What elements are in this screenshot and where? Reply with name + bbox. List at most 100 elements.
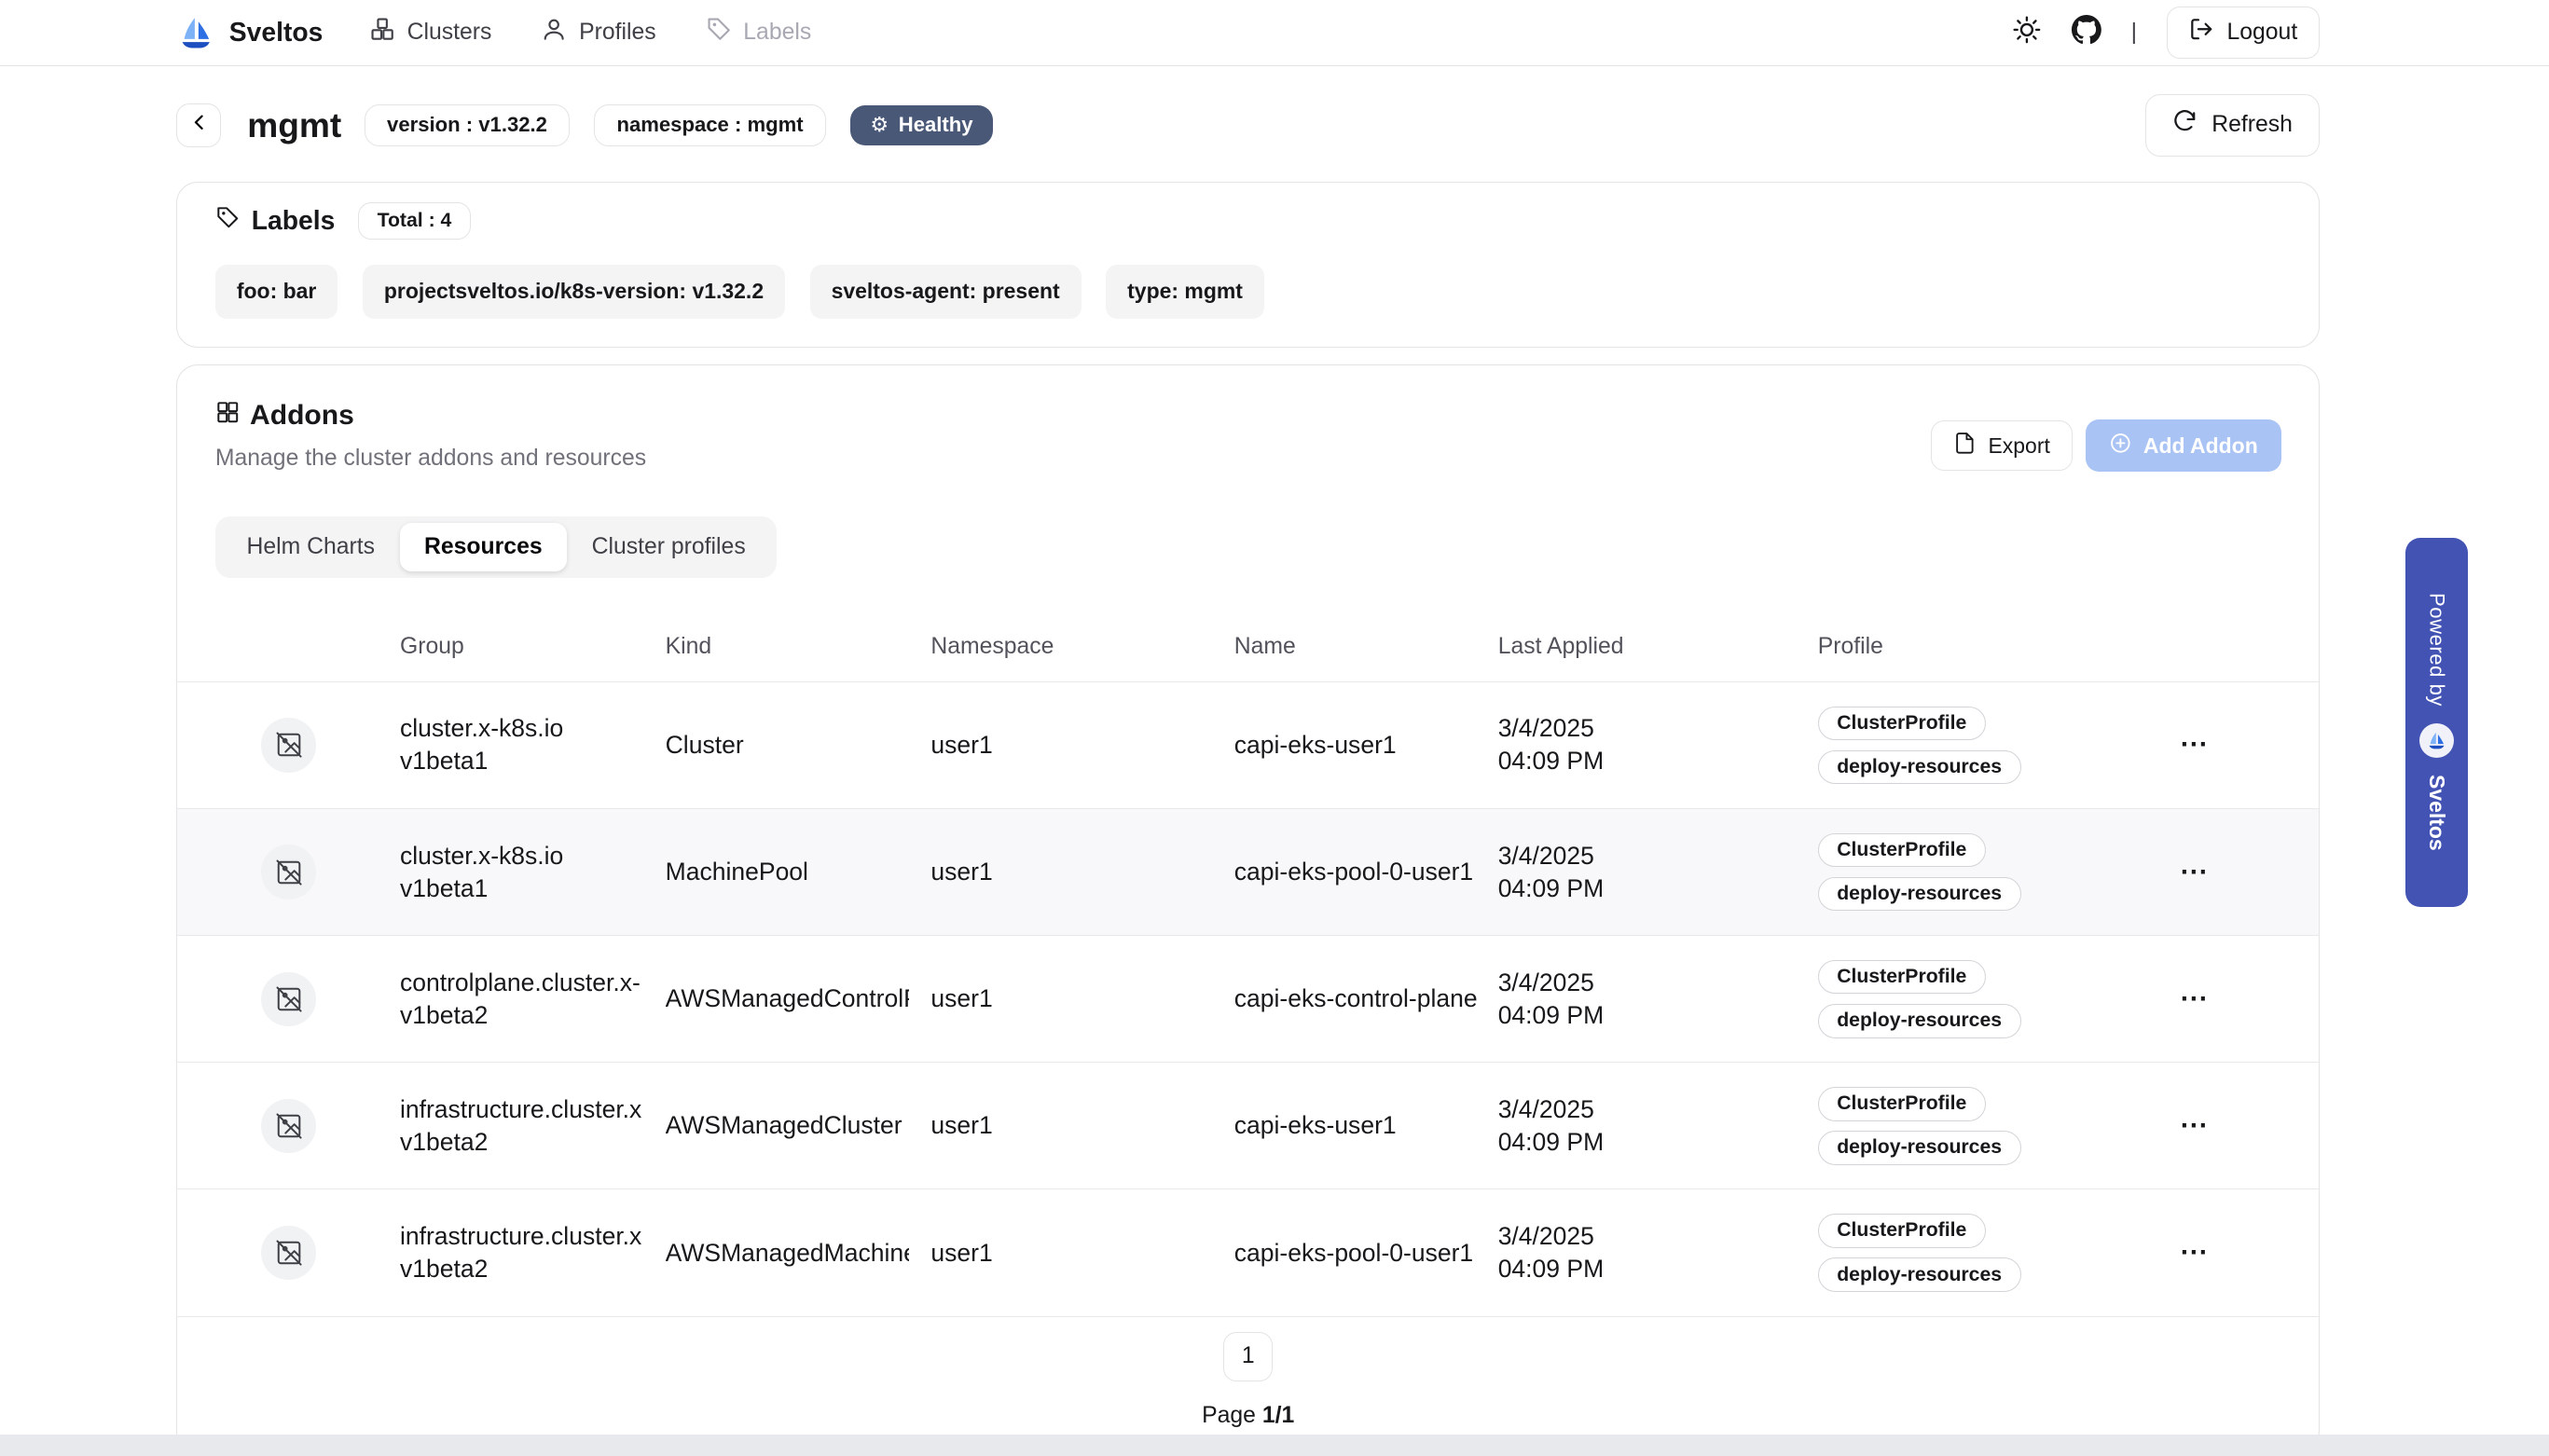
- profile-badge: ClusterProfile: [1818, 1214, 1986, 1248]
- image-off-icon: [261, 845, 315, 899]
- back-button[interactable]: [176, 103, 221, 148]
- logout-icon: [2189, 17, 2214, 48]
- logout-button[interactable]: Logout: [2167, 7, 2320, 60]
- nav-label: Profiles: [579, 20, 656, 46]
- refresh-icon: [2172, 110, 2198, 142]
- top-navbar: Sveltos Clusters: [0, 0, 2549, 66]
- blocks-icon: [215, 400, 241, 433]
- row-actions-button[interactable]: ⋯: [2180, 1239, 2210, 1267]
- cell-namespace: user1: [930, 1111, 1233, 1140]
- cell-profile: ClusterProfiledeploy-resources: [1818, 833, 2108, 912]
- row-actions-button[interactable]: ⋯: [2180, 985, 2210, 1013]
- nav-item-clusters[interactable]: Clusters: [369, 16, 491, 48]
- cell-namespace: user1: [930, 984, 1233, 1013]
- tab-cluster-profiles[interactable]: Cluster profiles: [567, 523, 770, 572]
- cell-group: controlplane.cluster.x-v1beta2: [400, 967, 647, 1032]
- profile-badge: ClusterProfile: [1818, 707, 1986, 741]
- tag-icon: [706, 16, 732, 48]
- main-nav: Clusters Profiles: [369, 16, 811, 48]
- profile-badge: deploy-resources: [1818, 750, 2021, 785]
- version-badge: version : v1.32.2: [365, 104, 570, 147]
- image-off-icon: [261, 1099, 315, 1153]
- add-addon-label: Add Addon: [2143, 433, 2258, 459]
- tag-icon: [215, 205, 241, 237]
- column-header-namespace: Namespace: [930, 634, 1233, 660]
- namespace-badge: namespace : mgmt: [594, 104, 825, 147]
- add-addon-button[interactable]: Add Addon: [2086, 419, 2281, 472]
- cell-last-applied: 3/4/202504:09 PM: [1498, 840, 1818, 905]
- refresh-button[interactable]: Refresh: [2145, 94, 2321, 157]
- cell-name: capi-eks-user1: [1234, 1111, 1485, 1140]
- pagination: 1 Page 1/1: [177, 1332, 2319, 1429]
- nav-item-profiles[interactable]: Profiles: [541, 16, 655, 48]
- cell-group: infrastructure.cluster.xv1beta2: [400, 1220, 647, 1285]
- table-row[interactable]: cluster.x-k8s.iov1beta1 Cluster user1 ca…: [177, 682, 2319, 809]
- cell-profile: ClusterProfile deploy-resources: [1818, 1214, 2108, 1292]
- cell-kind: AWSManagedMachine: [666, 1239, 910, 1268]
- row-actions-button[interactable]: ⋯: [2180, 1112, 2210, 1140]
- column-header-last-applied: Last Applied: [1498, 634, 1818, 660]
- github-button[interactable]: [2072, 15, 2101, 50]
- cell-name: capi-eks-user1: [1234, 731, 1485, 760]
- addons-card-title: Addons: [215, 400, 646, 433]
- cell-group: cluster.x-k8s.iov1beta1: [400, 840, 647, 905]
- table-row[interactable]: infrastructure.cluster.xv1beta2 AWSManag…: [177, 1189, 2319, 1316]
- profile-badge: deploy-resources: [1818, 1004, 2021, 1038]
- tab-resources[interactable]: Resources: [400, 523, 568, 572]
- brand-name: Sveltos: [229, 17, 324, 48]
- nav-item-labels[interactable]: Labels: [706, 16, 812, 48]
- powered-by-sveltos-tab[interactable]: Powered by Sveltos: [2405, 538, 2468, 907]
- row-actions-button[interactable]: ⋯: [2180, 858, 2210, 886]
- page-header: mgmt version : v1.32.2 namespace : mgmt …: [176, 94, 2320, 157]
- row-actions-button[interactable]: ⋯: [2180, 731, 2210, 759]
- export-label: Export: [1988, 433, 2049, 459]
- profile-badge: deploy-resources: [1818, 1131, 2021, 1165]
- health-status-badge: ⚙ Healthy: [850, 105, 993, 146]
- page-1-button[interactable]: 1: [1223, 1332, 1273, 1381]
- cell-name: capi-eks-pool-0-user1: [1234, 1239, 1485, 1268]
- tab-helm-charts[interactable]: Helm Charts: [222, 523, 400, 572]
- profile-badge: deploy-resources: [1818, 1257, 2021, 1292]
- cell-profile: ClusterProfile deploy-resources: [1818, 1087, 2108, 1165]
- labels-title-text: Labels: [252, 205, 336, 236]
- labels-card: Labels Total : 4 foo: bar projectsveltos…: [176, 182, 2320, 349]
- nav-divider: |: [2131, 20, 2137, 46]
- labels-card-title: Labels: [215, 205, 336, 237]
- export-button[interactable]: Export: [1931, 420, 2072, 471]
- gear-icon: ⚙: [870, 113, 889, 137]
- github-icon: [2072, 15, 2101, 50]
- table-header-row: Group Kind Namespace Name Last Applied P…: [177, 613, 2319, 682]
- addons-card: Addons Manage the cluster addons and res…: [176, 364, 2320, 1452]
- brand[interactable]: Sveltos: [176, 13, 323, 52]
- theme-toggle-button[interactable]: [2012, 15, 2042, 50]
- profile-badge: deploy-resources: [1818, 877, 2021, 912]
- nav-label: Clusters: [407, 20, 492, 46]
- cell-last-applied: 3/4/202504:09 PM: [1498, 1093, 1818, 1159]
- label-chip: type: mgmt: [1106, 265, 1264, 320]
- file-icon: [1953, 432, 1977, 460]
- column-header-profile: Profile: [1818, 634, 2108, 660]
- cell-kind: MachinePool: [666, 858, 910, 886]
- nav-label: Labels: [743, 20, 811, 46]
- profile-badge: ClusterProfile: [1818, 1087, 1986, 1121]
- label-chip: projectsveltos.io/k8s-version: v1.32.2: [363, 265, 785, 320]
- logout-label: Logout: [2227, 20, 2298, 46]
- chevron-left-icon: [186, 110, 212, 141]
- sveltos-mini-logo-icon: [2419, 723, 2454, 758]
- cell-last-applied: 3/4/202504:09 PM: [1498, 712, 1818, 777]
- cell-name: capi-eks-pool-0-user1: [1234, 858, 1485, 886]
- table-row[interactable]: infrastructure.cluster.xv1beta2 AWSManag…: [177, 1063, 2319, 1189]
- labels-total-badge: Total : 4: [358, 202, 471, 240]
- image-off-icon: [261, 718, 315, 772]
- resources-table: Group Kind Namespace Name Last Applied P…: [177, 613, 2319, 1317]
- cell-namespace: user1: [930, 1239, 1233, 1268]
- health-label: Healthy: [899, 113, 973, 137]
- user-icon: [541, 16, 567, 48]
- table-row[interactable]: cluster.x-k8s.iov1beta1 MachinePool user…: [177, 809, 2319, 936]
- cell-kind: Cluster: [666, 731, 910, 760]
- cell-last-applied: 3/4/202504:09 PM: [1498, 1220, 1818, 1285]
- label-chip: foo: bar: [215, 265, 338, 320]
- page: Sveltos Clusters: [0, 0, 2549, 1456]
- addons-subtitle: Manage the cluster addons and resources: [215, 446, 646, 472]
- table-row[interactable]: controlplane.cluster.x-v1beta2 AWSManage…: [177, 936, 2319, 1063]
